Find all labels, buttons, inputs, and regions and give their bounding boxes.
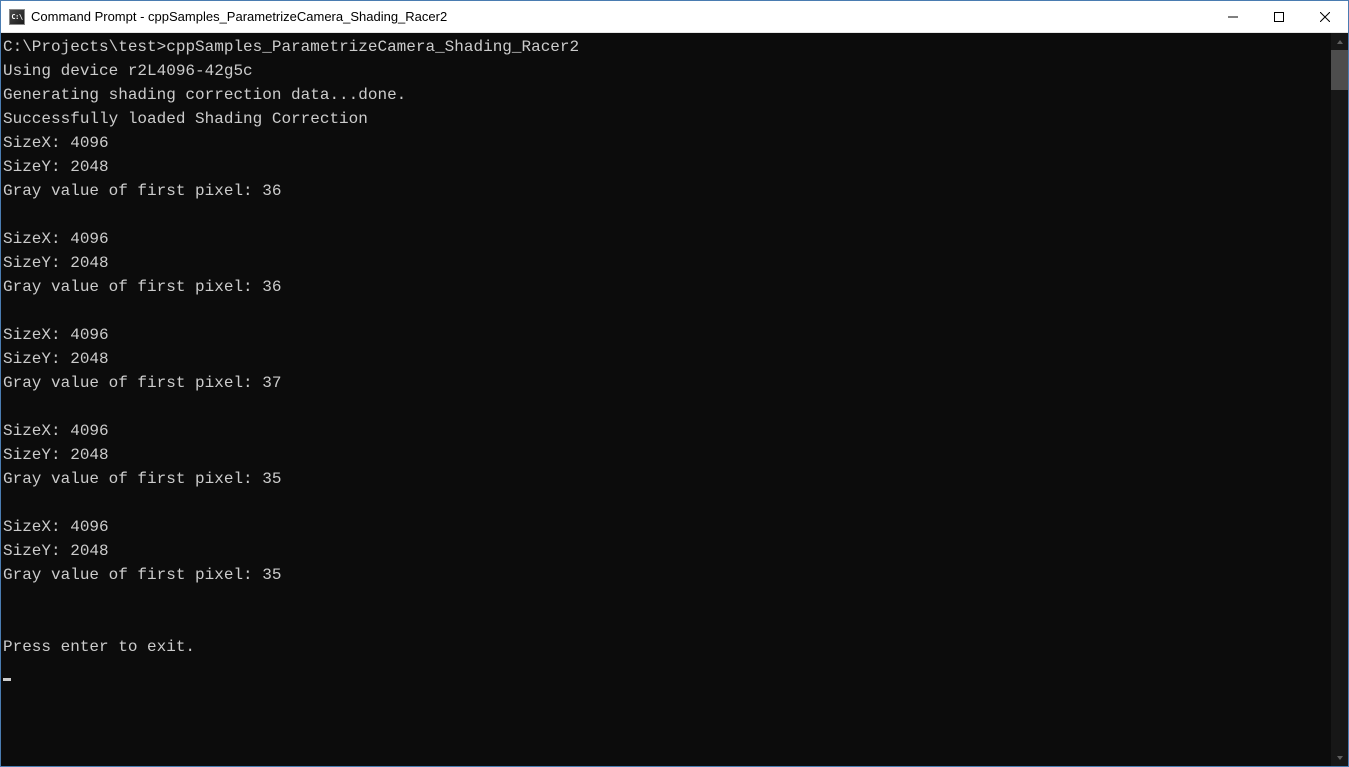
output-line: Gray value of first pixel: 35 [3, 470, 281, 488]
output-line: SizeX: 4096 [3, 230, 109, 248]
output-line: SizeY: 2048 [3, 446, 109, 464]
output-line: Gray value of first pixel: 36 [3, 182, 281, 200]
close-button[interactable] [1302, 1, 1348, 32]
command-prompt-window: C:\ Command Prompt - cppSamples_Parametr… [0, 0, 1349, 767]
output-line: SizeX: 4096 [3, 518, 109, 536]
output-line: SizeX: 4096 [3, 422, 109, 440]
output-line: SizeY: 2048 [3, 158, 109, 176]
cmd-icon: C:\ [9, 9, 25, 25]
command-text: cppSamples_ParametrizeCamera_Shading_Rac… [166, 38, 579, 56]
output-line: SizeX: 4096 [3, 134, 109, 152]
output-line: SizeX: 4096 [3, 326, 109, 344]
output-line: SizeY: 2048 [3, 542, 109, 560]
console-output[interactable]: C:\Projects\test>cppSamples_ParametrizeC… [1, 33, 1331, 766]
output-line: SizeY: 2048 [3, 254, 109, 272]
console-wrapper: C:\Projects\test>cppSamples_ParametrizeC… [1, 33, 1348, 766]
output-line: SizeY: 2048 [3, 350, 109, 368]
output-line: Gray value of first pixel: 36 [3, 278, 281, 296]
window-controls [1210, 1, 1348, 32]
scroll-track[interactable] [1331, 50, 1348, 749]
maximize-button[interactable] [1256, 1, 1302, 32]
output-line: Using device r2L4096-42g5c [3, 62, 253, 80]
scroll-down-arrow-icon[interactable] [1331, 749, 1348, 766]
window-title: Command Prompt - cppSamples_ParametrizeC… [31, 9, 1210, 24]
scroll-up-arrow-icon[interactable] [1331, 33, 1348, 50]
vertical-scrollbar[interactable] [1331, 33, 1348, 766]
scroll-thumb[interactable] [1331, 50, 1348, 90]
output-line: Gray value of first pixel: 37 [3, 374, 281, 392]
prompt-text: C:\Projects\test> [3, 38, 166, 56]
titlebar[interactable]: C:\ Command Prompt - cppSamples_Parametr… [1, 1, 1348, 33]
exit-prompt: Press enter to exit. [3, 638, 195, 656]
text-cursor [3, 678, 11, 681]
output-line: Generating shading correction data...don… [3, 86, 406, 104]
minimize-button[interactable] [1210, 1, 1256, 32]
output-line: Successfully loaded Shading Correction [3, 110, 368, 128]
output-line: Gray value of first pixel: 35 [3, 566, 281, 584]
